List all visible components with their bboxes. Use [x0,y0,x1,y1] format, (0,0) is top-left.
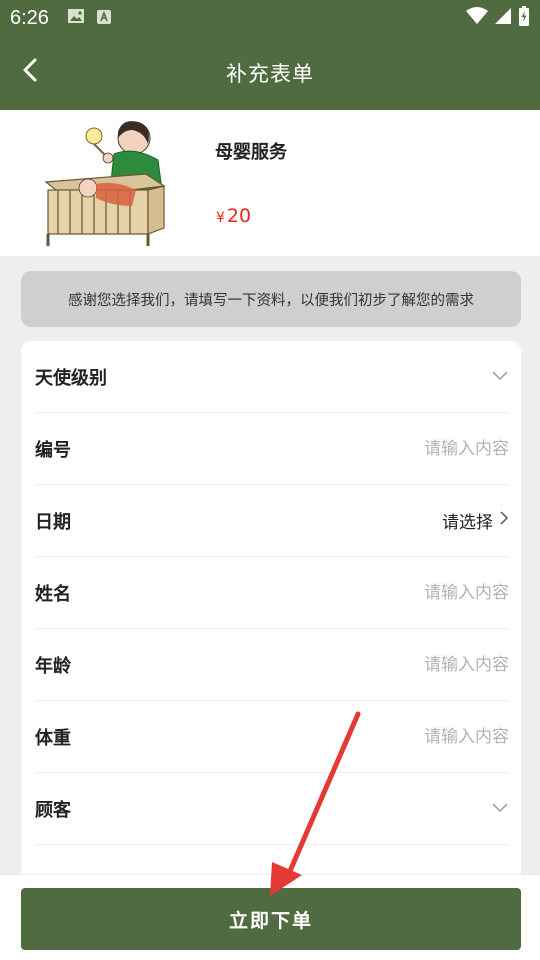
battery-icon [518,6,530,30]
field-date[interactable]: 日期 请选择 [35,485,509,557]
app-bar: 补充表单 [0,36,540,110]
field-label: 天使级别 [35,367,107,389]
currency-symbol: ¥ [216,210,225,226]
field-name: 姓名 [35,557,509,629]
product-image [36,120,172,248]
price-value: 20 [226,205,252,227]
field-label: 顾客 [35,799,71,821]
back-button[interactable] [10,52,50,92]
wifi-icon [466,7,488,29]
chevron-down-icon [491,799,509,819]
product-price: ¥20 [216,205,251,227]
date-picker[interactable]: 请选择 [442,508,509,533]
field-angel-level[interactable]: 天使级别 [35,341,509,413]
field-label: 年龄 [35,655,71,677]
field-label: 姓名 [35,583,71,605]
field-customer[interactable]: 顾客 [35,773,509,845]
weight-input[interactable] [309,726,509,747]
chevron-down-icon [491,367,509,387]
field-label: 日期 [35,511,71,533]
date-picker-value: 请选择 [442,513,493,533]
bottom-bar: 立即下单 [0,874,540,960]
dropdown-toggle[interactable] [491,799,509,819]
name-input[interactable] [309,582,509,603]
age-input[interactable] [309,654,509,675]
field-label: 体重 [35,727,71,749]
field-age: 年龄 [35,629,509,701]
chevron-right-icon [499,510,509,531]
product-name: 母婴服务 [215,142,287,163]
page-title: 补充表单 [226,62,314,86]
app-notification-icon [96,9,111,28]
place-order-button[interactable]: 立即下单 [21,888,521,950]
product-card[interactable]: 母婴服务 ¥20 [0,110,540,256]
field-number: 编号 [35,413,509,485]
dropdown-toggle[interactable] [491,367,509,387]
gallery-notification-icon [67,8,85,28]
number-input[interactable] [309,438,509,459]
status-bar: 6:26 [0,0,540,36]
notice-text: 感谢您选择我们，请填写一下资料，以便我们初步了解您的需求 [68,292,474,309]
notice-banner: 感谢您选择我们，请填写一下资料，以便我们初步了解您的需求 [21,271,521,327]
status-time: 6:26 [10,6,49,29]
form-card: 天使级别 编号 日期 请选择 姓名 年龄 体重 顾客 [21,341,521,941]
field-weight: 体重 [35,701,509,773]
field-label: 编号 [35,439,71,461]
chevron-left-icon [21,57,39,87]
signal-icon [494,7,512,29]
